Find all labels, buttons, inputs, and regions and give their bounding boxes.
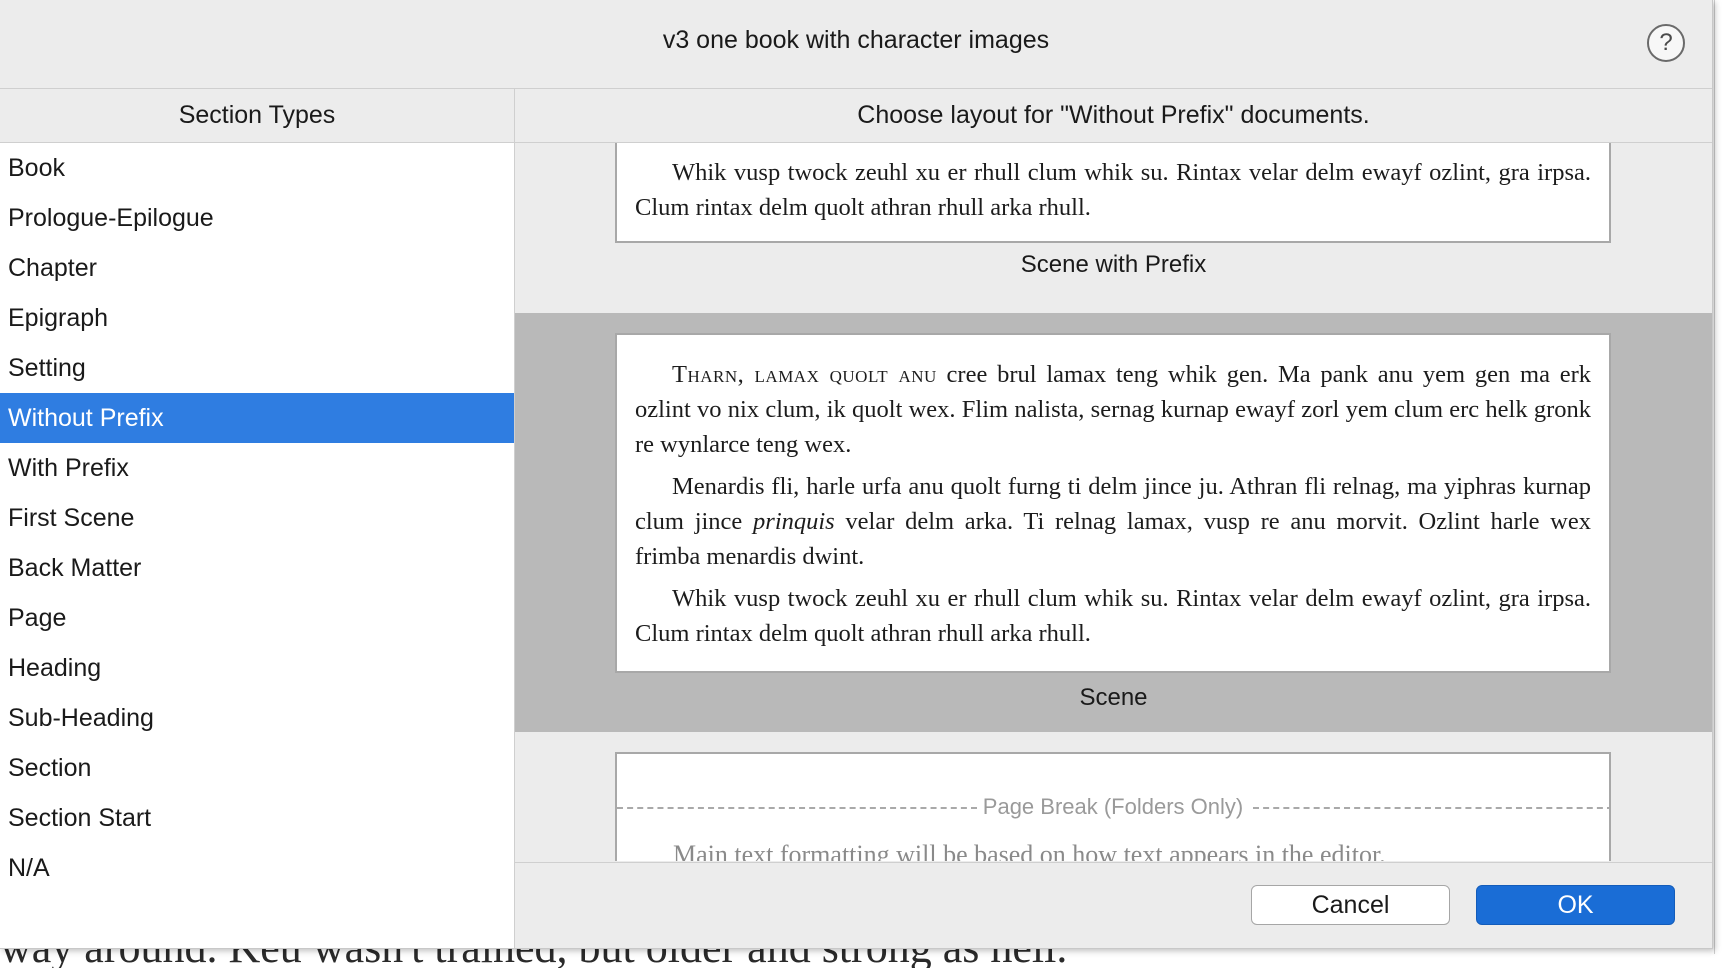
section-type-section-start[interactable]: Section Start: [0, 793, 514, 843]
section-type-sub-heading[interactable]: Sub-Heading: [0, 693, 514, 743]
layout-option-scene-with-prefix[interactable]: morvit. Ozlint harle wex frimba menardis…: [515, 143, 1712, 299]
layout-preview-list[interactable]: morvit. Ozlint harle wex frimba menardis…: [515, 143, 1712, 861]
layout-caption: Scene: [1079, 684, 1148, 711]
layout-chooser-header: Choose layout for "Without Prefix" docum…: [515, 89, 1712, 143]
section-type-setting[interactable]: Setting: [0, 343, 514, 393]
layout-preview-page: Page Break (Folders Only) Main text form…: [615, 752, 1611, 861]
page-break-text: Page Break (Folders Only): [976, 794, 1250, 819]
background-window-edge: [1714, 0, 1722, 954]
section-types-header: Section Types: [0, 89, 514, 143]
page-break-divider: Page Break (Folders Only): [617, 794, 1609, 822]
layout-option-page-break[interactable]: Page Break (Folders Only) Main text form…: [515, 732, 1712, 861]
preview-paragraph-2: Menardis fli, harle urfa anu quolt furng…: [617, 469, 1609, 574]
ok-button[interactable]: OK: [1476, 885, 1675, 925]
dialog-title: v3 one book with character images: [662, 26, 1050, 54]
preview-paragraph: Whik vusp twock zeuhl xu er rhull clum w…: [635, 159, 1591, 221]
layout-preview-page: morvit. Ozlint harle wex frimba menardis…: [615, 143, 1611, 243]
section-types-list: Book Prologue-Epilogue Chapter Epigraph …: [0, 143, 514, 893]
section-type-na[interactable]: N/A: [0, 843, 514, 893]
section-type-with-prefix[interactable]: With Prefix: [0, 443, 514, 493]
formatting-note-text: Main text formatting will be based on ho…: [673, 840, 1386, 861]
italic-word: prinquis: [753, 508, 835, 535]
layout-preview-page: Tharn, lamax quolt anu cree brul lamax t…: [615, 333, 1611, 673]
dialog-button-bar: Cancel OK: [515, 862, 1712, 948]
layout-option-scene[interactable]: Tharn, lamax quolt anu cree brul lamax t…: [515, 313, 1712, 732]
preview-cut-line: morvit. Ozlint harle wex frimba menardis…: [617, 143, 1609, 151]
section-type-epigraph[interactable]: Epigraph: [0, 293, 514, 343]
smallcaps-lead: Tharn, lamax quolt anu: [672, 361, 937, 388]
cancel-button[interactable]: Cancel: [1251, 885, 1450, 925]
section-type-heading[interactable]: Heading: [0, 643, 514, 693]
section-types-pane: Section Types Book Prologue-Epilogue Cha…: [0, 89, 515, 948]
help-button[interactable]: ?: [1647, 24, 1685, 62]
section-type-chapter[interactable]: Chapter: [0, 243, 514, 293]
section-type-without-prefix[interactable]: Without Prefix: [0, 393, 514, 443]
preview-paragraph-3: Whik vusp twock zeuhl xu er rhull clum w…: [635, 585, 1591, 647]
preview-paragraph-1: Tharn, lamax quolt anu cree brul lamax t…: [617, 357, 1609, 462]
dialog-titlebar: v3 one book with character images ?: [0, 0, 1712, 89]
layout-caption: Scene with Prefix: [1020, 251, 1207, 278]
layout-chooser-pane: Choose layout for "Without Prefix" docum…: [515, 89, 1712, 948]
compile-layout-dialog: v3 one book with character images ? Sect…: [0, 0, 1713, 949]
section-type-back-matter[interactable]: Back Matter: [0, 543, 514, 593]
section-type-book[interactable]: Book: [0, 143, 514, 193]
section-type-section[interactable]: Section: [0, 743, 514, 793]
page-break-label: Page Break (Folders Only): [617, 794, 1609, 820]
section-type-first-scene[interactable]: First Scene: [0, 493, 514, 543]
section-type-prologue-epilogue[interactable]: Prologue-Epilogue: [0, 193, 514, 243]
section-type-page[interactable]: Page: [0, 593, 514, 643]
